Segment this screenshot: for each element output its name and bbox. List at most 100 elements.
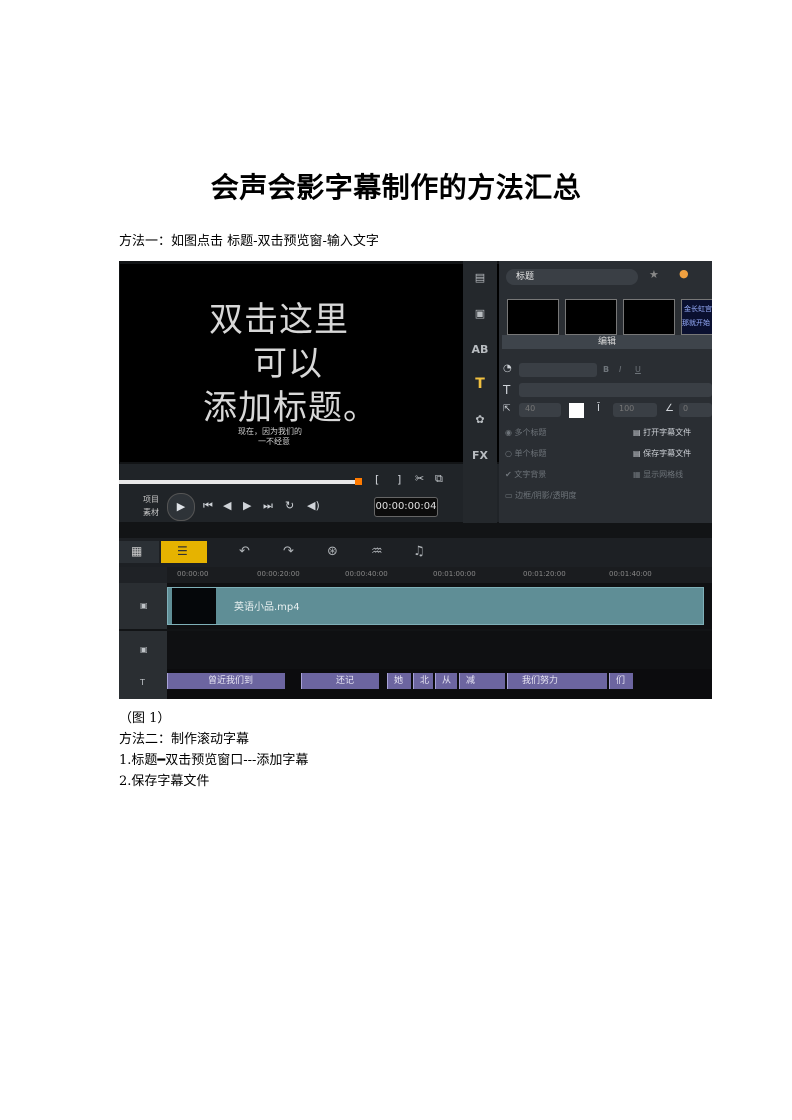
- clip-thumbnail: [172, 588, 216, 624]
- title-track[interactable]: 曾近我们到 还记 她 北 从 减 我们努力 们: [167, 669, 712, 699]
- title-thumb-2[interactable]: [565, 299, 617, 335]
- overlay-track[interactable]: [167, 631, 712, 669]
- video-clip[interactable]: 英语小品.mp4: [167, 587, 704, 625]
- video-track-head[interactable]: ▣: [119, 583, 167, 629]
- tick-2: 00:00:40:00: [345, 570, 388, 578]
- line-spacing-value: 100: [619, 404, 635, 413]
- title-clip[interactable]: 从: [435, 673, 457, 689]
- title-options-panel: 标题 ★ ● 金长虹宫 那就开始 编辑 ◔ B I U T ⇱ 40 Ī 100…: [499, 261, 712, 523]
- font-size-field[interactable]: 40: [519, 403, 561, 417]
- title-clip[interactable]: 们: [609, 673, 633, 689]
- video-track[interactable]: 英语小品.mp4: [167, 583, 712, 629]
- title-clip[interactable]: 她: [387, 673, 411, 689]
- underline-icon[interactable]: U: [635, 365, 641, 374]
- mark-out-icon[interactable]: ]: [397, 473, 401, 486]
- title-icon[interactable]: T: [470, 375, 490, 393]
- media-icon[interactable]: ▤: [470, 269, 490, 287]
- step-two-text: 2.保存字幕文件: [119, 774, 210, 789]
- transition-icon[interactable]: AB: [470, 341, 490, 359]
- copy-icon[interactable]: ⧉: [435, 472, 443, 486]
- save-subtitle-button[interactable]: ▤ 保存字幕文件: [633, 448, 691, 459]
- ruler-head: [119, 567, 167, 583]
- repeat-icon[interactable]: ↻: [285, 499, 294, 512]
- save-subtitle-label: 保存字幕文件: [643, 449, 692, 458]
- line-spacing-field[interactable]: 100: [613, 403, 657, 417]
- title-track-head[interactable]: T: [119, 669, 167, 699]
- opt-border[interactable]: ▭ 边框/阴影/透明度: [505, 490, 577, 501]
- graphic-icon[interactable]: ✿: [470, 411, 490, 429]
- thumb4-text2: 那就开始: [682, 319, 710, 327]
- open-subtitle-label: 打开字幕文件: [643, 428, 692, 437]
- settings-icon[interactable]: ●: [679, 267, 689, 280]
- favorite-icon[interactable]: ★: [649, 268, 659, 281]
- grid-lines-label: 显示网格线: [643, 470, 684, 479]
- next-frame-icon[interactable]: ▶: [243, 499, 251, 512]
- figure-caption: （图 1）: [119, 711, 171, 726]
- opt-multi-title[interactable]: ◉ 多个标题: [505, 427, 547, 438]
- title-thumb-1[interactable]: [507, 299, 559, 335]
- thumb4-text1: 金长虹宫: [684, 305, 712, 313]
- opt-multi-label: 多个标题: [514, 428, 547, 437]
- undo-icon[interactable]: ↶: [239, 544, 250, 559]
- title-clip-text: 我们努力: [522, 676, 559, 686]
- auto-music-icon[interactable]: ♫: [413, 544, 425, 559]
- play-button[interactable]: ▶: [167, 493, 195, 521]
- font-icon: T: [503, 383, 511, 397]
- project-label[interactable]: 项目: [143, 494, 159, 505]
- font-size-value: 40: [525, 404, 536, 413]
- opt-border-label: 边框/阴影/透明度: [515, 491, 577, 500]
- title-clip[interactable]: 还记: [301, 673, 379, 689]
- color-swatch[interactable]: [569, 403, 584, 418]
- volume-icon[interactable]: ◀): [307, 499, 320, 512]
- scrub-bar[interactable]: [119, 480, 359, 484]
- library-dropdown[interactable]: 标题: [506, 269, 638, 285]
- timecode-display[interactable]: 00:00:00:04: [374, 497, 438, 517]
- grid-lines-button[interactable]: ▦ 显示网格线: [633, 469, 683, 480]
- scrub-handle[interactable]: [355, 478, 362, 485]
- font-field[interactable]: [519, 383, 712, 397]
- storyboard-view-button[interactable]: ▦: [119, 541, 159, 563]
- library-sidebar: ▤ ▣ AB T ✿ FX: [463, 261, 497, 523]
- title-clip[interactable]: 曾近我们到: [167, 673, 285, 689]
- audio-mix-icon[interactable]: ♒: [371, 544, 383, 559]
- opt-single-label: 单个标题: [514, 449, 547, 458]
- preview-text-line3: 添加标题。: [203, 388, 378, 428]
- size-icon: ⇱: [503, 404, 511, 414]
- duration-icon: ◔: [503, 363, 512, 374]
- title-clip-text: 曾近我们到: [208, 676, 254, 686]
- timeline-ruler[interactable]: 00:00:00 00:00:20:00 00:00:40:00 00:01:0…: [167, 567, 712, 583]
- start-icon[interactable]: ⏮: [203, 499, 213, 513]
- redo-icon[interactable]: ↷: [283, 544, 294, 559]
- title-clip[interactable]: 我们努力: [507, 673, 607, 689]
- clip-label[interactable]: 素材: [143, 507, 159, 518]
- video-clip-name: 英语小品.mp4: [234, 602, 300, 613]
- italic-icon[interactable]: I: [619, 365, 621, 374]
- opt-text-bg[interactable]: ✔ 文字背景: [505, 469, 546, 480]
- prev-frame-icon[interactable]: ◀: [223, 499, 231, 512]
- editor-screenshot: 双击这里 可以 添加标题。 现在，因为我们的 一不经意 [ ] ✂ ⧉ 项目 素…: [119, 261, 712, 699]
- mark-in-icon[interactable]: [: [375, 473, 379, 486]
- bold-icon[interactable]: B: [603, 365, 609, 374]
- method-two-text: 方法二：制作滚动字幕: [119, 732, 250, 747]
- title-thumb-3[interactable]: [623, 299, 675, 335]
- angle-field[interactable]: 0: [679, 403, 712, 417]
- record-icon[interactable]: ⊛: [327, 544, 338, 559]
- timeline-view-button[interactable]: ☰: [161, 541, 207, 563]
- duration-field[interactable]: [519, 363, 597, 377]
- title-clip[interactable]: 北: [413, 673, 433, 689]
- overlay-track-head[interactable]: ▣: [119, 631, 167, 669]
- opt-single-title[interactable]: ○ 单个标题: [505, 448, 547, 459]
- instant-project-icon[interactable]: ▣: [470, 305, 490, 323]
- edit-tab[interactable]: 编辑: [502, 335, 712, 349]
- split-icon[interactable]: ✂: [415, 472, 424, 485]
- open-subtitle-button[interactable]: ▤ 打开字幕文件: [633, 427, 691, 438]
- preview-text-line1: 双击这里: [209, 300, 349, 340]
- preview-small-line2: 一不经意: [258, 437, 290, 446]
- end-icon[interactable]: ⏭: [263, 499, 273, 513]
- title-thumb-4[interactable]: 金长虹宫 那就开始: [681, 299, 712, 335]
- title-clip-text: 们: [616, 676, 626, 686]
- title-clip[interactable]: 减: [459, 673, 505, 689]
- filter-icon[interactable]: FX: [470, 447, 490, 465]
- tick-3: 00:01:00:00: [433, 570, 476, 578]
- document-title: 会声会影字幕制作的方法汇总: [210, 171, 582, 204]
